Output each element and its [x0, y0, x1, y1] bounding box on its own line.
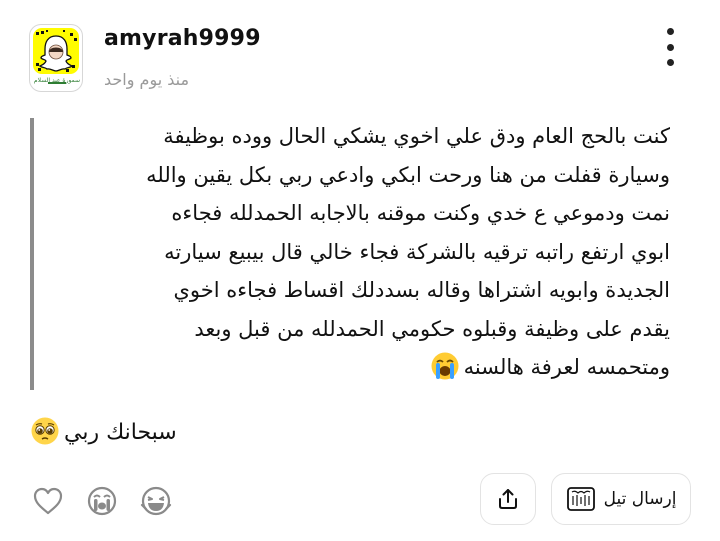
reaction-bar — [30, 483, 174, 519]
cry-reaction-button[interactable] — [84, 483, 120, 519]
share-upload-icon — [499, 489, 517, 509]
loudly-crying-face-icon — [430, 351, 460, 394]
chat-sticker-icon — [566, 487, 595, 511]
comment-text: سبحانك ربي — [64, 420, 177, 445]
avatar[interactable]: سمورة عبد السلام — [29, 24, 83, 92]
quote-line: ابوي ارتفع راتبه ترقيه بالشركة فجاء خالي… — [164, 239, 670, 264]
laughing-face-outline-icon — [140, 486, 172, 516]
quote-line: نمت ودموعي ع خدي وكنت موقنه بالاجابه الح… — [171, 201, 670, 225]
quote-line: يقدم على وظيفة وقبلوه حكومي الحمدلله من … — [194, 316, 670, 341]
comment: سبحانك ربي — [30, 414, 330, 459]
quote-bar — [30, 118, 34, 390]
laugh-reaction-button[interactable] — [138, 483, 174, 519]
more-options-button[interactable] — [664, 28, 676, 66]
like-button[interactable] — [30, 483, 66, 519]
send-chat-button[interactable]: إرسال تيل — [551, 473, 691, 525]
post-timestamp: منذ يوم واحد — [104, 70, 190, 89]
pleading-face-icon — [30, 416, 60, 459]
quote-line: الجديدة وابويه اشتراها وقاله بسددلك اقسا… — [173, 278, 670, 302]
quote-line: وسيارة قفلت من هنا ورحت ابكي وادعي ربي ب… — [146, 162, 670, 187]
send-chat-label: إرسال تيل — [603, 489, 677, 509]
quote-line: كنت بالحج العام ودق علي اخوي يشكي الحال … — [163, 124, 670, 148]
quote-line: ومتحمسه لعرفة هالسنه — [463, 355, 670, 379]
crying-face-outline-icon — [87, 486, 117, 516]
heart-outline-icon — [33, 487, 63, 515]
quote-last-line: ومتحمسه لعرفة هالسنه — [44, 348, 670, 394]
username[interactable]: amyrah9999 — [104, 26, 261, 51]
more-vertical-icon — [666, 28, 674, 35]
share-button[interactable] — [480, 473, 536, 525]
avatar-caption: سمورة عبد السلام — [34, 77, 80, 84]
snapcode-ghost-icon: سمورة عبد السلام — [33, 28, 80, 84]
quoted-story: كنت بالحج العام ودق علي اخوي يشكي الحال … — [44, 117, 670, 394]
